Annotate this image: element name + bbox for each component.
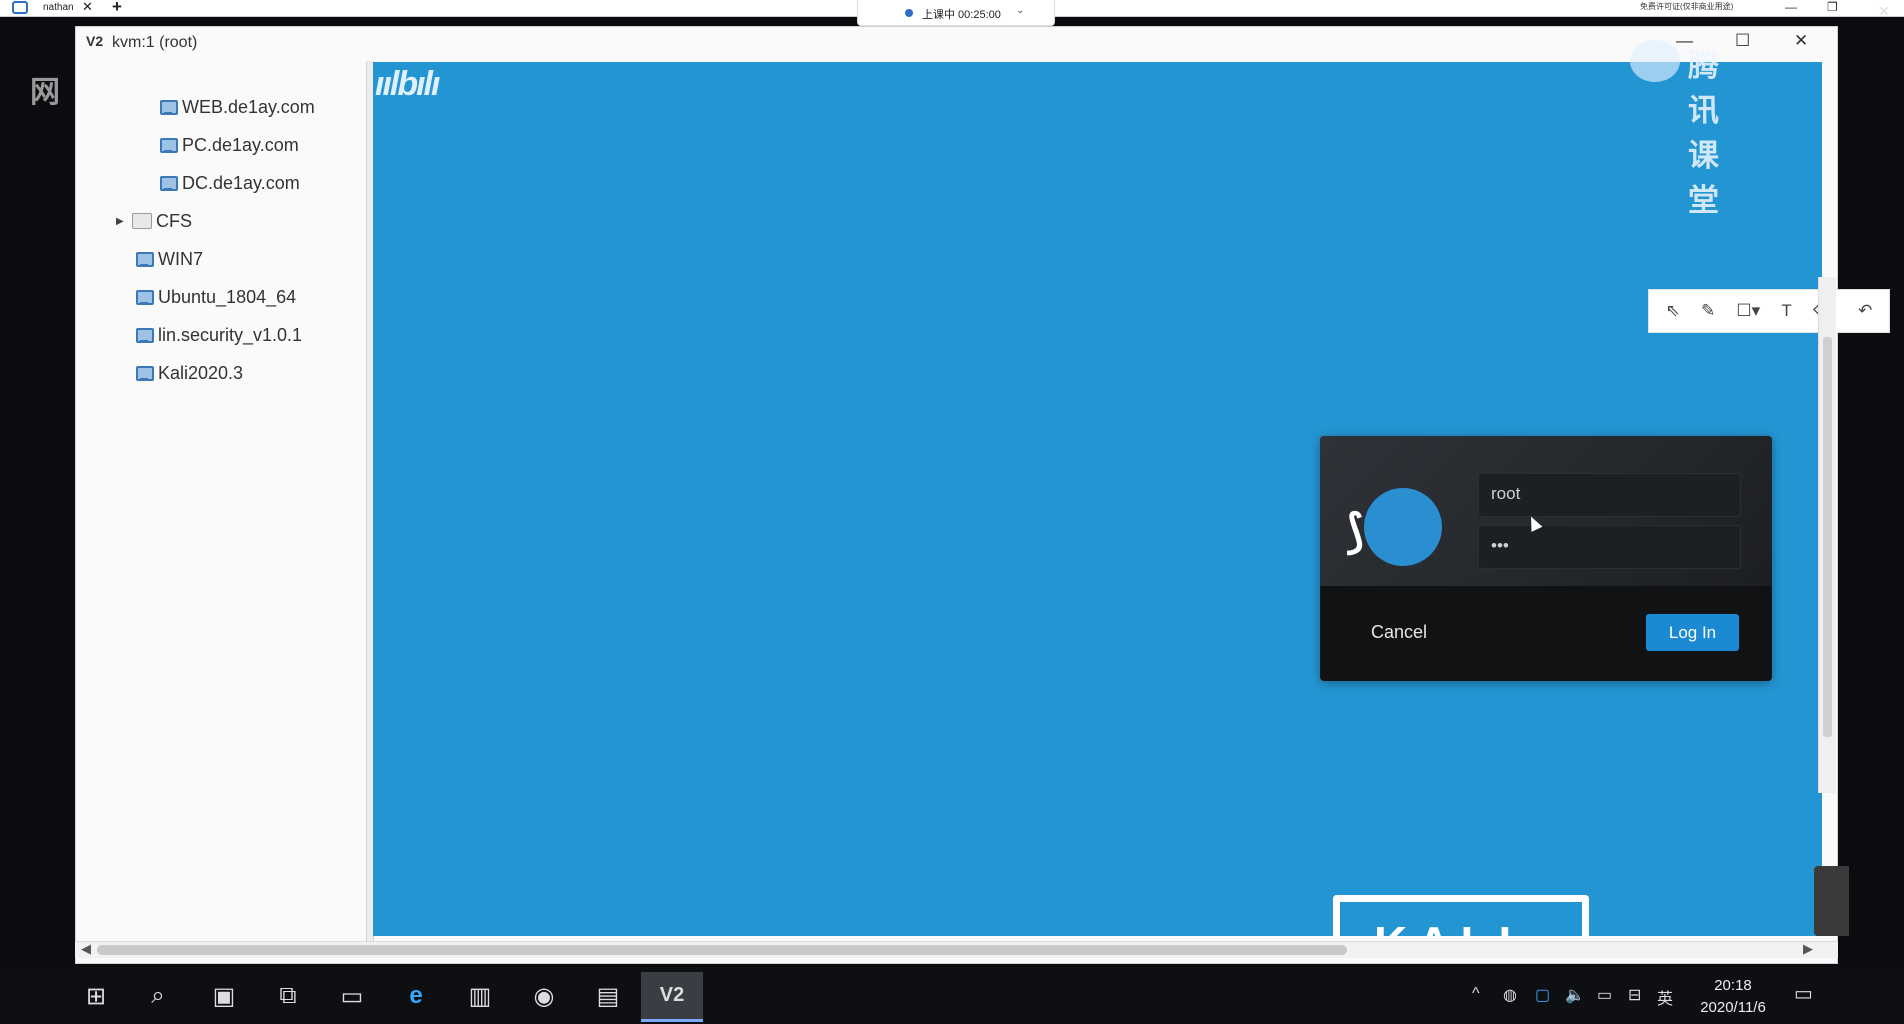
clock-time: 20:18 — [1714, 977, 1752, 994]
session-tab-icon — [12, 1, 28, 14]
vm-icon — [158, 174, 178, 192]
rectangle-icon[interactable]: ☐▾ — [1736, 301, 1760, 321]
license-notice: 免费许可证(仅非商业用途) — [1640, 2, 1734, 11]
clock-date: 2020/11/6 — [1700, 999, 1766, 1016]
password-value: ••• — [1491, 536, 1509, 555]
class-status-pill[interactable]: 上课中 00:25:00 ⌄ — [857, 0, 1055, 26]
cancel-button[interactable]: Cancel — [1371, 622, 1427, 643]
tray-tencent-icon[interactable]: ▢ — [1535, 985, 1550, 1005]
tree-item-win7-vm[interactable]: WIN7 — [134, 247, 203, 271]
vm-icon — [134, 326, 154, 344]
taskbar: ⊞ ⌕ ▣ ⧉ ▭ e ▥ ◉ ▤ V2 ^ ◍ ▢ 🔈 ▭ ⊟ 英 20:18… — [0, 967, 1904, 1024]
kali-bottom-logo: KALI — [1333, 895, 1589, 936]
expand-arrow-icon[interactable]: ▶ — [116, 216, 128, 227]
vm-icon — [158, 136, 178, 154]
tree-item-kali-vm[interactable]: Kali2020.3 — [134, 361, 243, 385]
select-icon[interactable]: ⇖ — [1666, 301, 1680, 321]
tray-battery-icon[interactable]: ▭ — [1597, 985, 1612, 1005]
pen-icon[interactable]: ✎ — [1701, 301, 1715, 321]
tray-security-icon[interactable]: ◍ — [1503, 985, 1517, 1005]
background-right-panel: ✕ — [1838, 3, 1904, 967]
app-icon[interactable]: ▥ — [461, 977, 499, 1015]
tree-item-label: Ubuntu_1804_64 — [158, 286, 297, 307]
tree-item-label: Kali2020.3 — [158, 362, 244, 383]
background-heading-fragment: 网 — [30, 76, 60, 109]
tree-item-pc-vm[interactable]: PC.de1ay.com — [158, 133, 299, 157]
file-explorer-icon[interactable]: ▭ — [333, 977, 371, 1015]
text-icon[interactable]: T — [1781, 301, 1791, 321]
notification-icon[interactable]: ▭ — [1794, 981, 1813, 1006]
scroll-right-icon[interactable]: ▶ — [1803, 941, 1813, 957]
tree-item-label: WEB.de1ay.com — [182, 96, 315, 117]
tray-network-icon[interactable]: ⊟ — [1628, 985, 1641, 1005]
tree-item-label: DC.de1ay.com — [182, 172, 300, 193]
tree-item-linsecurity-vm[interactable]: lin.security_v1.0.1 — [134, 323, 302, 347]
tree-item-label: WIN7 — [158, 248, 203, 269]
tree-item-label: PC.de1ay.com — [182, 134, 299, 155]
tray-volume-icon[interactable]: 🔈 — [1565, 985, 1585, 1005]
virt-manager-window: V2 kvm:1 (root) — ☐ ✕ WEB.de1ay.com PC.d… — [75, 26, 1838, 964]
username-value: root — [1491, 484, 1521, 503]
close-button[interactable]: ✕ — [1794, 31, 1808, 51]
folder-icon — [132, 213, 152, 229]
vertical-scrollbar[interactable] — [1818, 277, 1836, 793]
kali-top-logo: ıılbılı — [375, 65, 440, 103]
undo-icon[interactable]: ↶ — [1858, 301, 1872, 321]
edge-browser-icon[interactable]: e — [397, 977, 435, 1015]
kali-logo-text: KALI — [1374, 916, 1521, 936]
tree-item-ubuntu-vm[interactable]: Ubuntu_1804_64 — [134, 285, 296, 309]
annotation-toolbar: ⇖ ✎ ☐▾ T ⌫ ↶ — [1648, 289, 1890, 333]
scroll-left-icon[interactable]: ◀ — [81, 941, 91, 957]
password-field[interactable]: ••• — [1478, 525, 1741, 569]
vm-icon — [134, 288, 154, 306]
window-title: kvm:1 (root) — [112, 34, 198, 51]
virt-manager-taskbar-icon[interactable]: V2 — [641, 972, 703, 1022]
tray-input-method[interactable]: 英 — [1657, 985, 1673, 1009]
windows-start-icon[interactable]: ⊞ — [77, 977, 115, 1015]
maximize-button[interactable]: ☐ — [1735, 31, 1750, 51]
tree-item-dc-vm[interactable]: DC.de1ay.com — [158, 171, 300, 195]
live-dot-icon — [905, 9, 913, 17]
horizontal-scrollbar[interactable]: ◀ ▶ — [75, 941, 1838, 958]
session-minimize-button[interactable]: — — [1785, 0, 1797, 14]
vm-icon — [134, 364, 154, 382]
add-tab-button[interactable]: + — [112, 0, 122, 17]
username-field[interactable]: root — [1478, 473, 1741, 517]
dragon-glyph-icon: ⟆ — [1346, 505, 1364, 557]
tencent-logo-icon — [1630, 40, 1680, 82]
session-restore-button[interactable]: ❐ — [1827, 0, 1838, 14]
tree-item-web-vm[interactable]: WEB.de1ay.com — [158, 95, 315, 119]
login-dialog: ⟆ root ••• Cancel Log In — [1320, 436, 1772, 681]
session-tab-title[interactable]: nathan — [43, 2, 74, 13]
vm-icon — [134, 250, 154, 268]
close-tab-icon[interactable]: ✕ — [82, 0, 93, 15]
watermark-text: 腾讯课堂 — [1688, 48, 1719, 218]
session-close-button[interactable]: ✕ — [1878, 3, 1890, 20]
background-left-panel: 网 — [0, 17, 75, 967]
login-button[interactable]: Log In — [1646, 614, 1739, 651]
vm-console[interactable]: ıılbılı ⟆ root ••• Cancel Log In KALI — [373, 62, 1822, 936]
tree-item-label: lin.security_v1.0.1 — [158, 324, 303, 345]
tray-expand-icon[interactable]: ^ — [1472, 985, 1480, 1003]
kali-dragon-icon: ⟆ — [1346, 488, 1442, 566]
class-status-text: 上课中 00:25:00 — [922, 9, 1001, 21]
chevron-down-icon: ⌄ — [1016, 5, 1025, 16]
vm-icon — [158, 98, 178, 116]
chrome-icon[interactable]: ◉ — [525, 977, 563, 1015]
terminal-icon[interactable]: ▤ — [589, 977, 627, 1015]
horizontal-scroll-thumb[interactable] — [97, 945, 1347, 955]
side-collapse-tab[interactable] — [1814, 866, 1849, 936]
virt-manager-icon: V2 — [86, 33, 104, 49]
vertical-scroll-thumb[interactable] — [1823, 337, 1832, 737]
virtual-desktop-icon[interactable]: ⧉ — [269, 977, 307, 1015]
task-manager-icon[interactable]: ▣ — [205, 977, 243, 1015]
vm-tree: WEB.de1ay.com PC.de1ay.com DC.de1ay.com … — [76, 61, 366, 941]
taskbar-clock[interactable]: 20:18 2020/11/6 — [1683, 975, 1783, 1019]
tree-item-label: CFS — [156, 210, 192, 231]
search-icon[interactable]: ⌕ — [139, 977, 177, 1015]
tree-item-cfs-folder[interactable]: ▶ CFS — [116, 209, 192, 233]
